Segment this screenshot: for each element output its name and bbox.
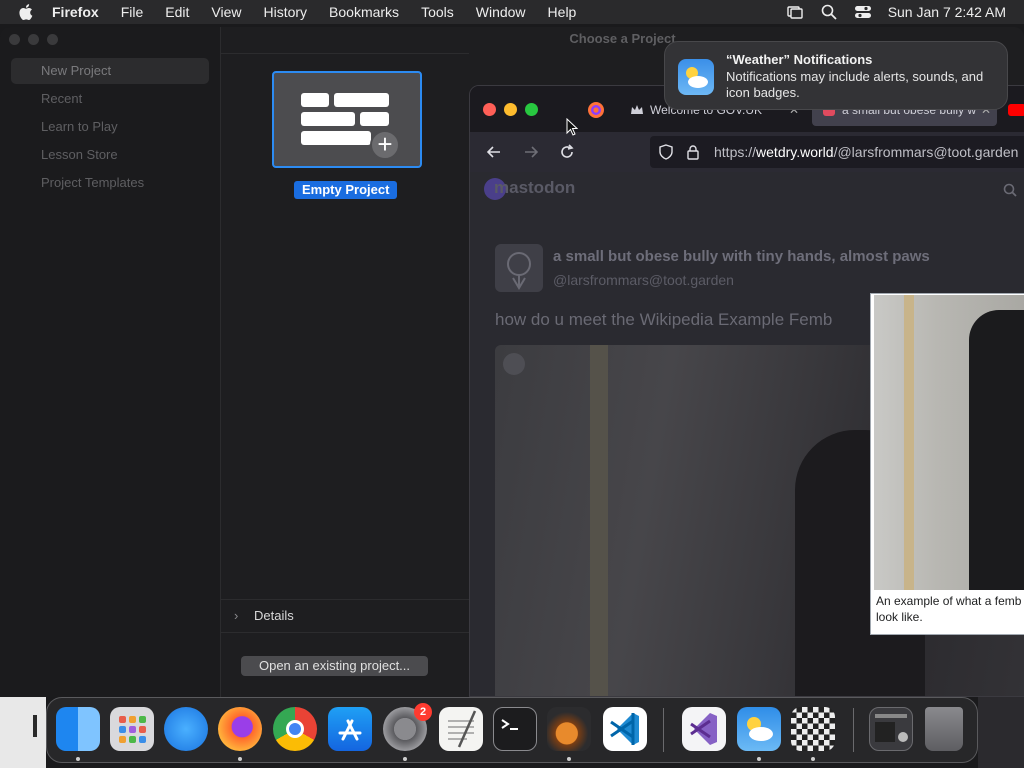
minimize-button[interactable] — [28, 34, 39, 45]
menu-window[interactable]: Window — [476, 4, 526, 20]
menu-tools[interactable]: Tools — [421, 4, 454, 20]
url-domain: wetdry.world — [756, 144, 834, 160]
hide-media-icon[interactable] — [503, 353, 525, 375]
sidebar-item-new-project[interactable]: New Project — [11, 58, 209, 84]
preview-caption: An example of what a femb look like. — [876, 593, 1024, 625]
firefox-dock-icon[interactable] — [218, 707, 262, 751]
menu-edit[interactable]: Edit — [165, 4, 189, 20]
menu-help[interactable]: Help — [548, 4, 577, 20]
details-disclosure[interactable]: › Details — [221, 599, 469, 633]
weather-notification[interactable]: “Weather” Notifications Notifications ma… — [664, 41, 1008, 110]
shield-icon[interactable] — [658, 144, 674, 160]
add-icon: + — [370, 130, 400, 160]
crown-favicon-icon — [631, 105, 643, 114]
menu-history[interactable]: History — [263, 4, 307, 20]
app-store-icon[interactable] — [328, 707, 372, 751]
account-handle[interactable]: @larsfrommars@toot.garden — [553, 272, 734, 288]
firefox-close-button[interactable] — [483, 103, 496, 116]
caption-line-1: An example of what a femb — [876, 594, 1022, 608]
apple-menu-icon[interactable] — [18, 3, 36, 21]
navigation-toolbar: https://wetdry.world/@larsfrommars@toot.… — [470, 132, 1024, 172]
menu-file[interactable]: File — [121, 4, 144, 20]
firefox-zoom-button[interactable] — [525, 103, 538, 116]
mouse-cursor-icon — [566, 118, 578, 136]
post-text: how do u meet the Wikipedia Example Femb — [495, 310, 833, 329]
sidebar-item-lesson-store[interactable]: Lesson Store — [11, 142, 209, 168]
notification-body: Notifications may include alerts, sounds… — [726, 69, 984, 100]
safari-icon[interactable] — [164, 707, 208, 751]
textedit-icon[interactable] — [439, 707, 483, 751]
terminal-icon[interactable] — [493, 707, 537, 751]
back-icon[interactable] — [484, 142, 504, 162]
caption-line-2: look like. — [876, 610, 923, 624]
url-prefix: https:// — [714, 144, 757, 160]
search-icon[interactable] — [1002, 182, 1018, 198]
firefox-window-controls — [483, 103, 538, 116]
sidebar-item-recent[interactable]: Recent — [11, 86, 209, 112]
menu-bar: Firefox File Edit View History Bookmarks… — [0, 0, 1024, 24]
wikipedia-preview-popup: An example of what a femb look like. — [870, 293, 1024, 635]
vscode-icon[interactable] — [603, 707, 647, 751]
url-bar[interactable]: https://wetdry.world/@larsfrommars@toot.… — [650, 136, 1024, 168]
open-existing-project-button[interactable]: Open an existing project... — [241, 656, 428, 676]
lock-icon[interactable] — [686, 144, 700, 160]
mastodon-logo[interactable]: mastodon — [494, 178, 575, 198]
notification-title: “Weather” Notifications — [726, 52, 873, 67]
forward-icon[interactable] — [521, 142, 541, 162]
chevron-right-icon: › — [234, 608, 239, 623]
youtube-tab-icon[interactable] — [1008, 104, 1024, 116]
launchpad-icon[interactable] — [110, 707, 154, 751]
empty-project-label[interactable]: Empty Project — [294, 181, 398, 199]
mastodon-header: mastodon — [470, 172, 1024, 208]
firefox-minimize-button[interactable] — [504, 103, 517, 116]
close-button[interactable] — [9, 34, 20, 45]
project-grid: + Empty Project › Details Open an existi… — [221, 53, 469, 697]
reload-icon[interactable] — [557, 142, 577, 162]
finder-icon[interactable] — [56, 707, 100, 751]
sidebar-item-project-templates[interactable]: Project Templates — [11, 170, 209, 196]
details-label: Details — [254, 608, 294, 623]
avatar-drawing — [507, 252, 531, 290]
dock: 2 — [46, 697, 978, 763]
avatar[interactable] — [495, 244, 543, 292]
sidebar-item-learn-to-play[interactable]: Learn to Play — [11, 114, 209, 140]
empty-project-thumbnail[interactable]: + — [272, 71, 422, 168]
control-center-icon[interactable] — [854, 3, 872, 21]
window-controls — [9, 34, 58, 45]
preview-photo[interactable] — [874, 295, 1024, 590]
display-name[interactable]: a small but obese bully with tiny hands,… — [553, 248, 930, 265]
menu-clock[interactable]: Sun Jan 7 2:42 AM — [888, 4, 1006, 20]
menu-view[interactable]: View — [211, 4, 241, 20]
background-window-edge — [0, 697, 46, 768]
menu-bookmarks[interactable]: Bookmarks — [329, 4, 399, 20]
chrome-icon[interactable] — [273, 707, 317, 751]
weather-app-icon — [678, 59, 714, 95]
chess-icon[interactable] — [791, 707, 835, 751]
url-path: /@larsfrommars@toot.garden — [833, 144, 1019, 160]
screenshot-thumbnail-icon[interactable] — [869, 707, 913, 751]
screen-mirroring-icon[interactable] — [786, 3, 804, 21]
menu-app-name[interactable]: Firefox — [52, 4, 99, 20]
visual-studio-icon[interactable] — [682, 707, 726, 751]
project-sidebar: New Project Recent Learn to Play Lesson … — [0, 27, 221, 697]
notification-badge: 2 — [414, 703, 432, 721]
weather-dock-icon[interactable] — [737, 707, 781, 751]
spotlight-search-icon[interactable] — [820, 3, 838, 21]
background-window-edge-right — [978, 697, 1024, 768]
garageband-icon[interactable] — [547, 707, 591, 751]
zoom-button[interactable] — [47, 34, 58, 45]
firefox-view-icon[interactable] — [587, 101, 605, 119]
trash-icon[interactable] — [925, 707, 963, 751]
